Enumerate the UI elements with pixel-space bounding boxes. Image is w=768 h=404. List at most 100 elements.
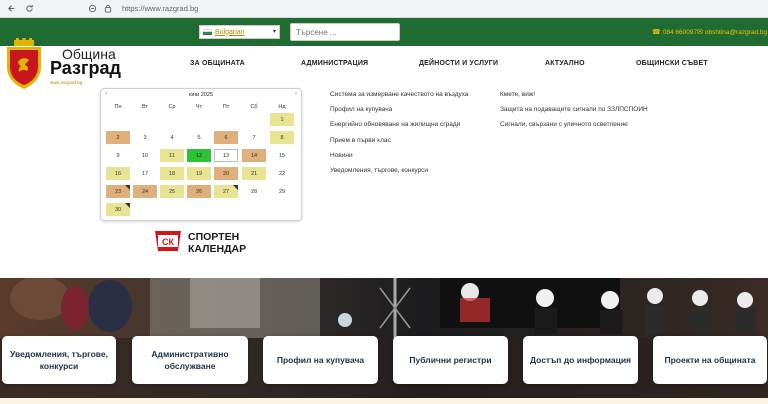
calendar-day[interactable]: 27 — [214, 185, 238, 198]
calendar-day-number: 21 — [250, 170, 258, 177]
calendar-day[interactable]: 1 — [270, 113, 294, 126]
calendar-day[interactable]: 24 — [133, 185, 157, 198]
bulgarian-flag-icon — [203, 29, 212, 35]
calendar-day[interactable]: 2 — [106, 131, 130, 144]
phone-number: 084 660097 — [662, 28, 698, 36]
nav-item-administration[interactable]: АДМИНИСТРАЦИЯ — [301, 60, 368, 67]
calendar-next-button[interactable]: › — [295, 91, 297, 97]
calendar-day-number: 16 — [114, 170, 122, 177]
multi-event-marker-icon — [125, 203, 130, 208]
email-contact[interactable]: ✉ obshtina@razgrad.bg — [697, 28, 768, 37]
sport-calendar-line2[interactable]: КАЛЕНДАР — [188, 243, 246, 255]
back-arrow-icon[interactable] — [4, 2, 18, 16]
calendar-day[interactable]: 17 — [133, 167, 157, 180]
link-street-lighting[interactable]: Сигнали, свързани с уличното осветление — [500, 121, 628, 128]
browser-toolbar: https://www.razgrad.bg — [0, 0, 768, 18]
logo-title-line2[interactable]: Разград — [50, 58, 121, 79]
calendar-day[interactable]: 11 — [160, 149, 184, 162]
calendar-weekday-label: Чт — [195, 104, 203, 110]
nav-item-services[interactable]: ДЕЙНОСТИ И УСЛУГИ — [419, 60, 498, 67]
calendar-weekday-label: Вт — [141, 104, 148, 110]
calendar-day[interactable]: 18 — [160, 167, 184, 180]
calendar-weekday-label: Пн — [114, 104, 122, 110]
calendar-day[interactable]: 9 — [106, 149, 130, 162]
calendar-day[interactable]: 28 — [242, 185, 266, 198]
calendar-weekday-label: Ср — [168, 104, 176, 110]
link-buyer-profile[interactable]: Профил на купувача — [330, 106, 392, 113]
calendar-day[interactable]: 25 — [160, 185, 184, 198]
card-access-to-information[interactable]: Достъп до информация — [523, 336, 638, 384]
language-select[interactable]: Bulgarian ▾ — [199, 25, 280, 39]
calendar-day-number: 11 — [169, 152, 175, 159]
calendar-day[interactable]: 10 — [133, 149, 157, 162]
calendar-day[interactable]: 16 — [106, 167, 130, 180]
card-buyer-profile[interactable]: Профил на купувача — [263, 336, 378, 384]
calendar-day-number: 25 — [168, 188, 176, 195]
calendar-weekday-label: Пт — [222, 104, 230, 110]
calendar-day[interactable]: 21 — [242, 167, 266, 180]
sport-badge-text: СК — [162, 237, 174, 247]
calendar-day-number: 14 — [250, 152, 258, 159]
lock-icon — [102, 3, 114, 15]
card-notices[interactable]: Уведомления, търгове, конкурси — [2, 336, 116, 384]
card-administrative-services[interactable]: Административно обслужване — [132, 336, 248, 384]
calendar-day-number: 26 — [195, 188, 203, 195]
calendar-day[interactable]: 13 — [214, 149, 238, 162]
calendar-day[interactable]: 20 — [214, 167, 238, 180]
sport-calendar-logo-icon[interactable]: СК — [152, 229, 184, 253]
logo-subtitle: www.razgrad.bg — [50, 80, 83, 85]
link-mayor-see[interactable]: Кмете, виж! — [500, 91, 535, 98]
calendar-day-number: 3 — [143, 134, 147, 141]
email-address: obshtina@razgrad.bg — [704, 28, 768, 36]
calendar-day[interactable]: 8 — [270, 131, 294, 144]
calendar-day-number: 29 — [278, 188, 286, 195]
nav-item-news[interactable]: АКТУАЛНО — [545, 60, 585, 67]
site-info-icon[interactable] — [86, 3, 98, 15]
calendar-day[interactable]: 29 — [270, 185, 294, 198]
sport-calendar-line1[interactable]: СПОРТЕН — [188, 231, 239, 243]
calendar-day-number: 19 — [195, 170, 203, 177]
link-energy-renovation[interactable]: Енергийно обновяване на жилищни сгради — [330, 121, 460, 128]
reload-icon[interactable] — [22, 2, 36, 16]
calendar-day-number: 23 — [114, 188, 122, 195]
calendar-day-number: 18 — [168, 170, 176, 177]
page-footer-strip — [0, 398, 768, 404]
calendar-day[interactable]: 19 — [187, 167, 211, 180]
calendar-day[interactable]: 26 — [187, 185, 211, 198]
calendar-day-number: 28 — [250, 188, 258, 195]
calendar-day[interactable]: 30 — [106, 203, 130, 216]
calendar-day[interactable]: 7 — [242, 131, 266, 144]
calendar-day[interactable]: 6 — [214, 131, 238, 144]
calendar-day-number: 1 — [280, 116, 284, 123]
card-public-registers[interactable]: Публични регистри — [393, 336, 508, 384]
nav-item-council[interactable]: ОБЩИНСКИ СЪВЕТ — [636, 60, 708, 67]
calendar-day-number: 20 — [222, 170, 230, 177]
calendar-day-number: 17 — [141, 170, 149, 177]
calendar-day-number: 15 — [278, 152, 286, 159]
calendar-day[interactable]: 5 — [187, 131, 211, 144]
link-air-quality[interactable]: Система за измерване качеството на възду… — [330, 91, 469, 98]
nav-item-about[interactable]: ЗА ОБЩИНАТА — [190, 60, 245, 67]
calendar-day[interactable]: 15 — [270, 149, 294, 162]
phone-contact[interactable]: ☎ 084 660097 — [652, 28, 698, 37]
municipality-coat-of-arms-icon[interactable] — [4, 38, 44, 90]
link-news[interactable]: Новини — [330, 152, 353, 159]
top-bar: Bulgarian ▾ ☎ 084 660097 ✉ obshtina@razg… — [0, 18, 768, 46]
calendar-day[interactable]: 23 — [106, 185, 130, 198]
calendar-weekday-label: Сб — [250, 104, 258, 110]
calendar-day[interactable]: 12 — [187, 149, 211, 162]
calendar-day-number: 5 — [197, 134, 201, 141]
calendar-day[interactable]: 14 — [242, 149, 266, 162]
calendar-month-title: юни 2025 — [189, 92, 213, 98]
calendar-day[interactable]: 3 — [133, 131, 157, 144]
calendar-day[interactable]: 4 — [160, 131, 184, 144]
address-bar[interactable]: https://www.razgrad.bg — [86, 3, 198, 15]
link-notices[interactable]: Уведомления, търгове, конкурси — [330, 167, 428, 174]
card-municipal-projects[interactable]: Проекти на общината — [653, 336, 767, 384]
link-first-grade[interactable]: Прием в първи клас — [330, 137, 391, 144]
search-input[interactable] — [290, 23, 400, 41]
calendar-day-number: 9 — [116, 152, 120, 159]
calendar-day[interactable]: 22 — [270, 167, 294, 180]
link-whistleblower[interactable]: Защита на подаващите сигнали по ЗЗЛПСПОИ… — [500, 106, 648, 113]
phone-icon: ☎ — [652, 29, 661, 36]
